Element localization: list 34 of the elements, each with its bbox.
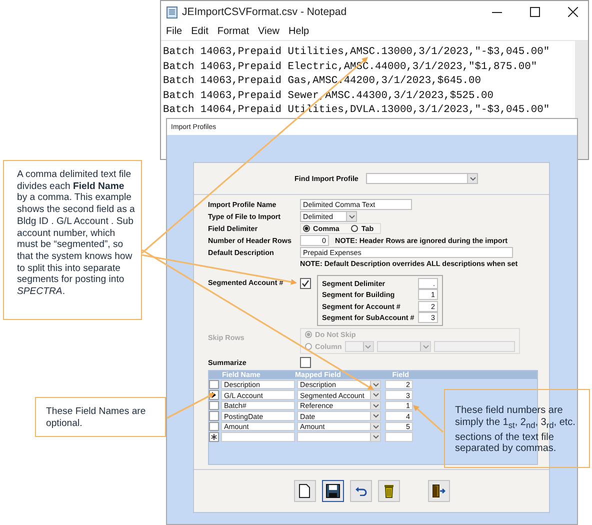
menu-item[interactable]: File <box>166 26 182 37</box>
callout-text: These field numbers are simply the 1$_{st}$, 2$_{nd}$, 3$_{rd}$, etc. sections of the text file separated by commas. <box>455 405 576 454</box>
menu-item[interactable]: Edit <box>191 26 208 37</box>
caret-icon <box>422 344 429 349</box>
callout-text: A comma delimited text file divides each Field Name by a comma. This example shows the second field as a Bldg ID . G/L Account . Sub account number, which must be “segmented”, so that the system knows how to split this into separate segments for posting into SPECTRA. <box>17 169 135 298</box>
menu-item[interactable]: Help <box>288 26 310 37</box>
checkbox[interactable] <box>300 357 311 368</box>
exit-button[interactable] <box>428 480 450 502</box>
document-icon <box>299 484 310 498</box>
callout-text: These Field Names are optional. <box>46 406 146 429</box>
undo-button[interactable] <box>350 480 372 502</box>
undo-arrow-icon <box>354 486 366 496</box>
menu-item[interactable]: Format <box>217 26 250 37</box>
caret-icon <box>470 176 476 180</box>
trash-can-icon <box>384 484 394 498</box>
delete-button[interactable] <box>378 480 400 502</box>
window-title: JEImportCSVFormat.csv - Notepad <box>182 6 347 18</box>
save-button[interactable] <box>322 480 344 502</box>
door-arrow-icon <box>432 484 446 498</box>
text-line: Batch 14063,Prepaid Utilities,AMSC.13000,3/1/2023,"-$3,045.00" <box>163 45 551 60</box>
checkbox[interactable] <box>300 278 311 289</box>
asterisk-icon <box>211 434 217 440</box>
mapped-field-dropdown[interactable] <box>297 432 381 442</box>
notepad-icon <box>166 6 178 18</box>
new-button[interactable] <box>294 480 316 502</box>
table-cell[interactable] <box>385 432 413 442</box>
close-icon[interactable] <box>568 7 578 17</box>
menu-item[interactable]: View <box>258 26 280 37</box>
scrollbar[interactable] <box>575 41 588 159</box>
caret-icon <box>348 214 354 219</box>
maximize-icon[interactable] <box>530 7 540 17</box>
row-selector[interactable] <box>209 432 219 442</box>
caret-icon <box>365 344 372 349</box>
table-cell[interactable] <box>221 432 295 442</box>
